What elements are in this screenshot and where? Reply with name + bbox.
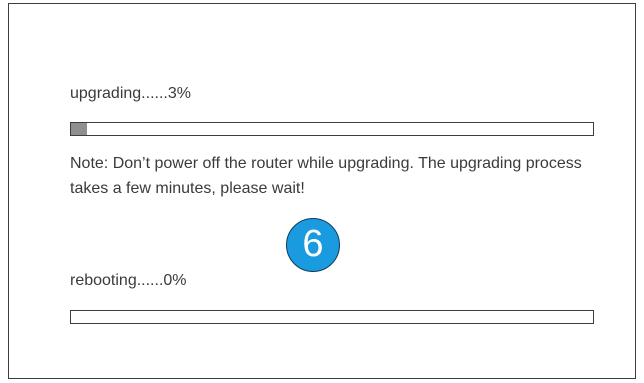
- upgrade-status-label: upgrading......3%: [70, 85, 191, 102]
- reboot-progress-bar: [70, 310, 594, 324]
- reboot-status-label: rebooting......0%: [70, 272, 187, 289]
- step-number-badge: 6: [286, 218, 340, 272]
- upgrade-progress-bar: [70, 122, 594, 136]
- upgrade-progress-fill: [71, 123, 87, 135]
- upgrade-warning-note: Note: Don’t power off the router while u…: [70, 155, 582, 197]
- upgrade-panel: upgrading......3% Note: Don’t power off …: [8, 3, 636, 379]
